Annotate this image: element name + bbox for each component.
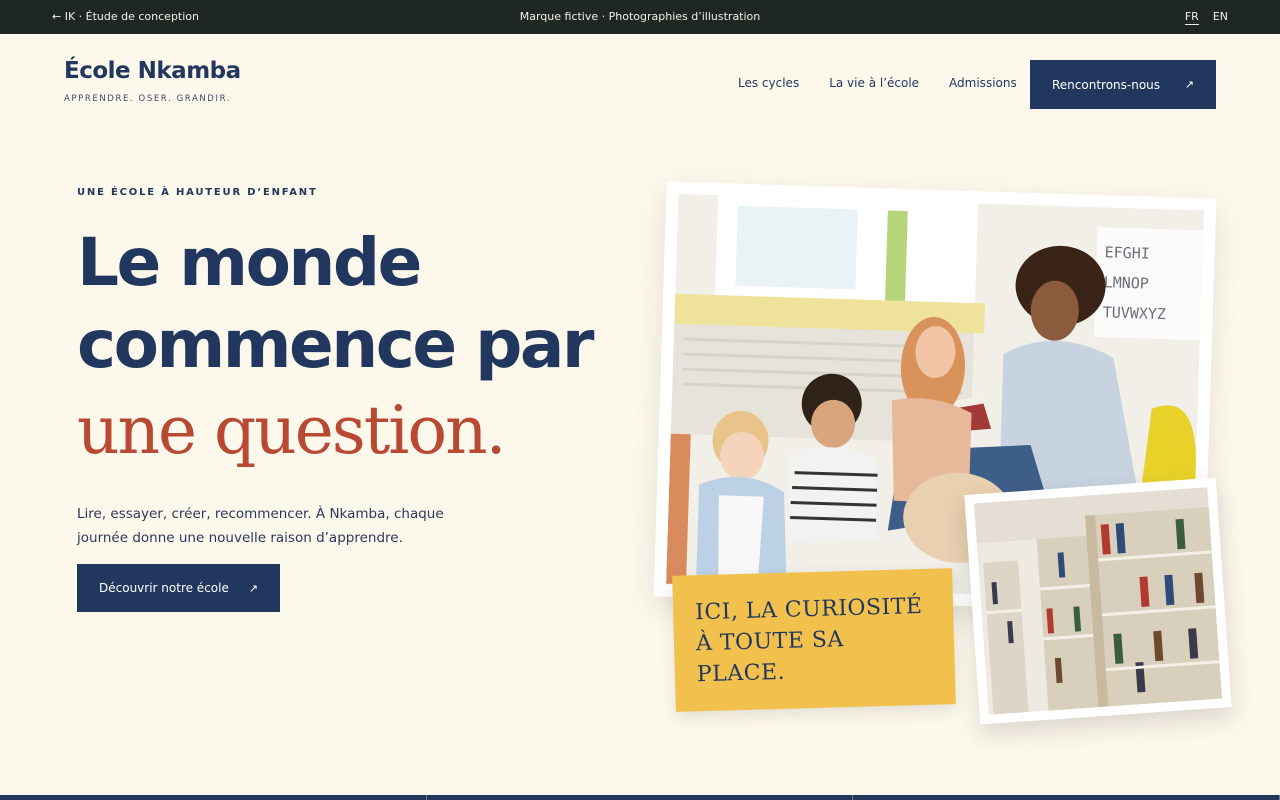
brand-logo[interactable]: École Nkamba APPRENDRE. OSER. GRANDIR. <box>64 58 241 104</box>
lang-fr[interactable]: FR <box>1184 10 1199 25</box>
library-photo <box>964 477 1232 725</box>
hero-title: Le monde commence par une question. <box>77 222 594 472</box>
discover-school-button[interactable]: Découvrir notre école ↗ <box>77 564 280 612</box>
lang-en[interactable]: EN <box>1213 10 1228 25</box>
main-nav: Les cycles La vie à l’école Admissions <box>738 76 1017 90</box>
svg-text:TUVWXYZ: TUVWXYZ <box>1102 303 1166 323</box>
brand-tagline: APPRENDRE. OSER. GRANDIR. <box>64 94 232 104</box>
contact-button[interactable]: Rencontrons-nous ↗ <box>1030 60 1216 109</box>
arrow-up-right-icon: ↗ <box>1184 78 1194 91</box>
nav-item-vie-ecole[interactable]: La vie à l’école <box>829 76 919 90</box>
hero-title-line1: Le monde <box>77 224 422 301</box>
svg-text:LMNOP: LMNOP <box>1103 273 1149 292</box>
language-switcher: FR EN <box>1184 10 1228 25</box>
top-bar: ← IK · Étude de conception Marque fictiv… <box>0 0 1280 34</box>
hero-title-line2: commence par <box>77 306 594 383</box>
nav-item-admissions[interactable]: Admissions <box>949 76 1017 90</box>
quote-card: ICI, LA CURIOSITÉ À TOUTE SA PLACE. <box>672 568 956 712</box>
arrow-up-right-icon: ↗ <box>248 581 258 595</box>
discover-school-label: Découvrir notre école <box>99 581 229 595</box>
hero-eyebrow: UNE ÉCOLE À HAUTEUR D’ENFANT <box>77 187 318 198</box>
hero-title-accent: une question. <box>77 392 507 469</box>
contact-button-label: Rencontrons-nous <box>1052 77 1161 92</box>
topbar-notice: Marque fictive · Photographies d’illustr… <box>519 10 761 23</box>
quote-text: ICI, LA CURIOSITÉ À TOUTE SA PLACE. <box>694 593 923 688</box>
nav-item-cycles[interactable]: Les cycles <box>738 76 799 90</box>
library-illustration <box>973 487 1223 715</box>
bottom-strip-segment <box>0 795 427 800</box>
bottom-strip-segment <box>427 795 854 800</box>
bottom-strip <box>0 795 1280 800</box>
brand-name: École Nkamba <box>64 58 241 84</box>
bottom-strip-segment <box>853 795 1280 800</box>
svg-text:EFGHI: EFGHI <box>1104 243 1150 262</box>
hero-lead: Lire, essayer, créer, recommencer. À Nka… <box>77 506 444 546</box>
back-link[interactable]: ← IK · Étude de conception <box>52 10 199 23</box>
